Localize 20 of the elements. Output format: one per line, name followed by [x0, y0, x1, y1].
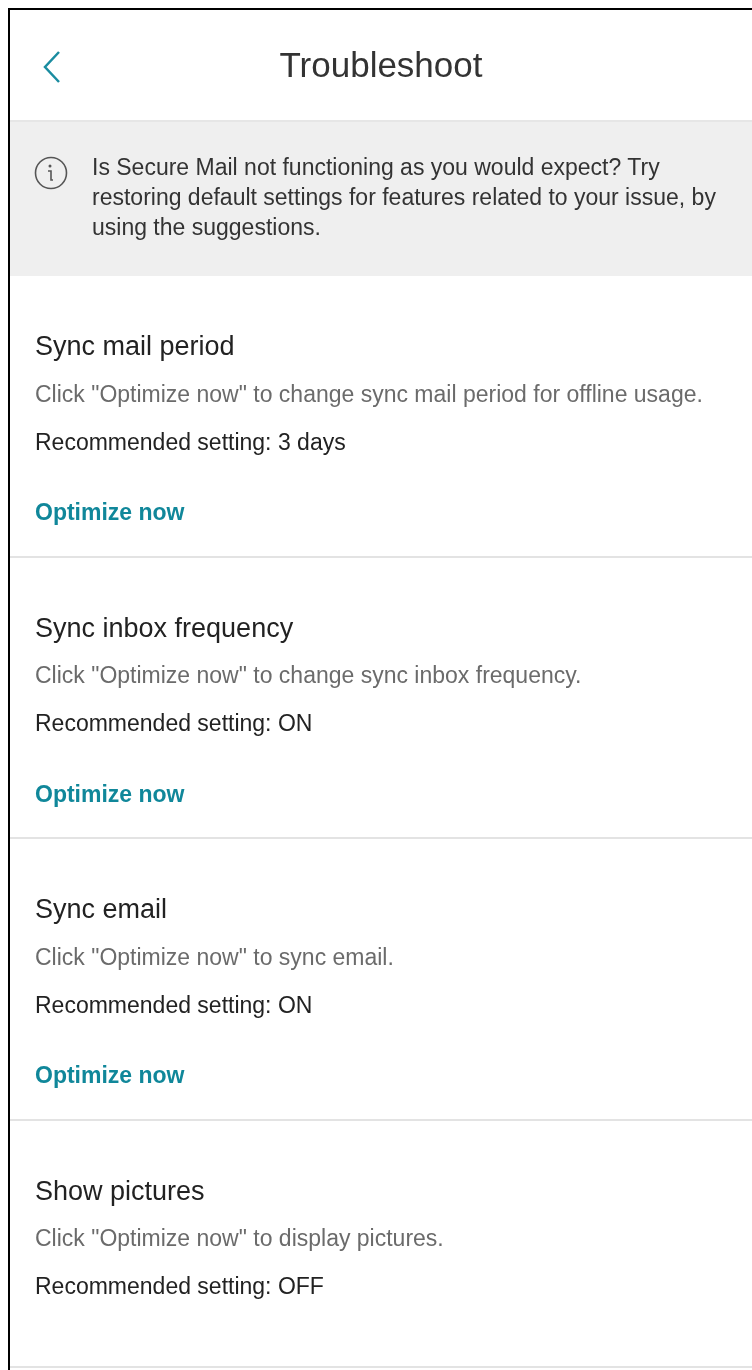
info-icon — [34, 156, 68, 190]
suggestion-title: Sync email — [35, 893, 169, 926]
recommended-setting: Recommended setting: 3 days — [35, 427, 347, 457]
suggestion-title: Sync mail period — [35, 330, 236, 363]
back-button[interactable] — [42, 50, 62, 84]
suggestion-description: Click "Optimize now" to sync email. — [35, 942, 395, 972]
info-text: Is Secure Mail not functioning as you would expect? Try restoring default settings for features related to your issue, by using the suggestions. — [92, 153, 717, 242]
suggestion-title: Show pictures — [35, 1174, 206, 1208]
page-title: Troubleshoot — [279, 43, 483, 86]
optimize-now-link[interactable]: Optimize now — [35, 495, 185, 530]
optimize-now-link[interactable]: Optimize now — [35, 1058, 185, 1093]
suggestion-description: Click "Optimize now" to display pictures. — [35, 1224, 445, 1253]
recommended-setting: Recommended setting: OFF — [35, 1272, 325, 1301]
optimize-now-link[interactable]: Optimize now — [35, 776, 185, 811]
suggestion-description: Click "Optimize now" to change sync mail period for offline usage. — [35, 379, 704, 409]
recommended-setting: Recommended setting: ON — [35, 990, 314, 1020]
back-icon — [42, 50, 62, 84]
suggestion-description: Click "Optimize now" to change sync inbox frequency. — [35, 661, 583, 690]
suggestion-title: Sync inbox frequency — [35, 611, 295, 645]
recommended-setting: Recommended setting: ON — [35, 709, 314, 738]
